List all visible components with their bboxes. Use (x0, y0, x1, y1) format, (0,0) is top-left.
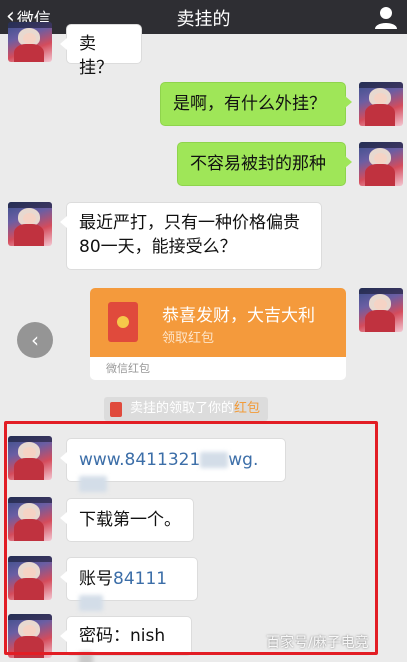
message-text: 卖挂？ (79, 34, 113, 78)
message-bubble: 最近严打，只有一种价格偏贵 80一天，能接受么？ (60, 202, 322, 270)
message-bubble: 卖挂？ (60, 24, 142, 78)
message-bubble: www.8411321 wg. (60, 438, 286, 492)
red-packet-message[interactable]: 恭喜发财，大吉大利 领取红包 微信红包 (90, 288, 346, 380)
message-text: 不容易被封的那种 (190, 154, 326, 174)
red-packet-subtitle: 领取红包 (162, 331, 215, 346)
avatar[interactable] (359, 82, 403, 126)
person-icon[interactable] (373, 4, 399, 30)
message-bubble: 密码：nish (60, 616, 192, 662)
nav-bar: ‹ 微信 卖挂的 (0, 0, 407, 34)
avatar[interactable] (8, 202, 52, 246)
chat-title: 卖挂的 (176, 9, 231, 30)
message-link[interactable]: www.8411321 (79, 450, 200, 470)
message-bubble: 是啊，有什么外挂？ (160, 82, 352, 126)
message-bubble: 账号84111 (60, 557, 198, 611)
avatar[interactable] (8, 436, 52, 480)
avatar[interactable] (8, 22, 52, 62)
blurred-text (79, 595, 103, 611)
message-link-part[interactable]: wg. (228, 450, 258, 470)
message-text: nish (130, 626, 166, 646)
red-packet-icon (108, 302, 138, 342)
message-label: 密码： (79, 626, 130, 646)
watermark: 百家号/麻子电竞 (266, 635, 369, 651)
message-label: 账号 (79, 569, 113, 589)
message-text: 是啊，有什么外挂？ (173, 94, 326, 114)
avatar[interactable] (8, 497, 52, 541)
system-notice-link[interactable]: 红包 (234, 397, 260, 421)
blurred-text (79, 652, 93, 662)
avatar[interactable] (8, 614, 52, 658)
red-packet-title: 恭喜发财，大吉大利 (162, 306, 315, 326)
blurred-text (200, 452, 229, 468)
avatar[interactable] (359, 142, 403, 186)
message-link[interactable]: 84111 (113, 569, 167, 589)
message-text-line: 最近严打，只有一种价格偏贵 (79, 213, 300, 233)
red-packet-small-icon (110, 401, 122, 417)
message-text-line: 80一天，能接受么？ (79, 237, 237, 257)
red-packet-brand: 微信红包 (106, 362, 150, 375)
avatar[interactable] (8, 556, 52, 600)
system-notice-text: 卖挂的领取了你的 (130, 401, 235, 416)
message-bubble: 下载第一个。 (60, 498, 194, 542)
message-bubble: 不容易被封的那种 (177, 142, 352, 186)
message-text: 下载第一个。 (79, 510, 181, 530)
system-notice: 卖挂的领取了你的 红包 (104, 397, 269, 421)
chevron-left-circle-icon[interactable]: ‹ (17, 322, 53, 358)
avatar[interactable] (359, 288, 403, 332)
blurred-text (79, 476, 107, 492)
